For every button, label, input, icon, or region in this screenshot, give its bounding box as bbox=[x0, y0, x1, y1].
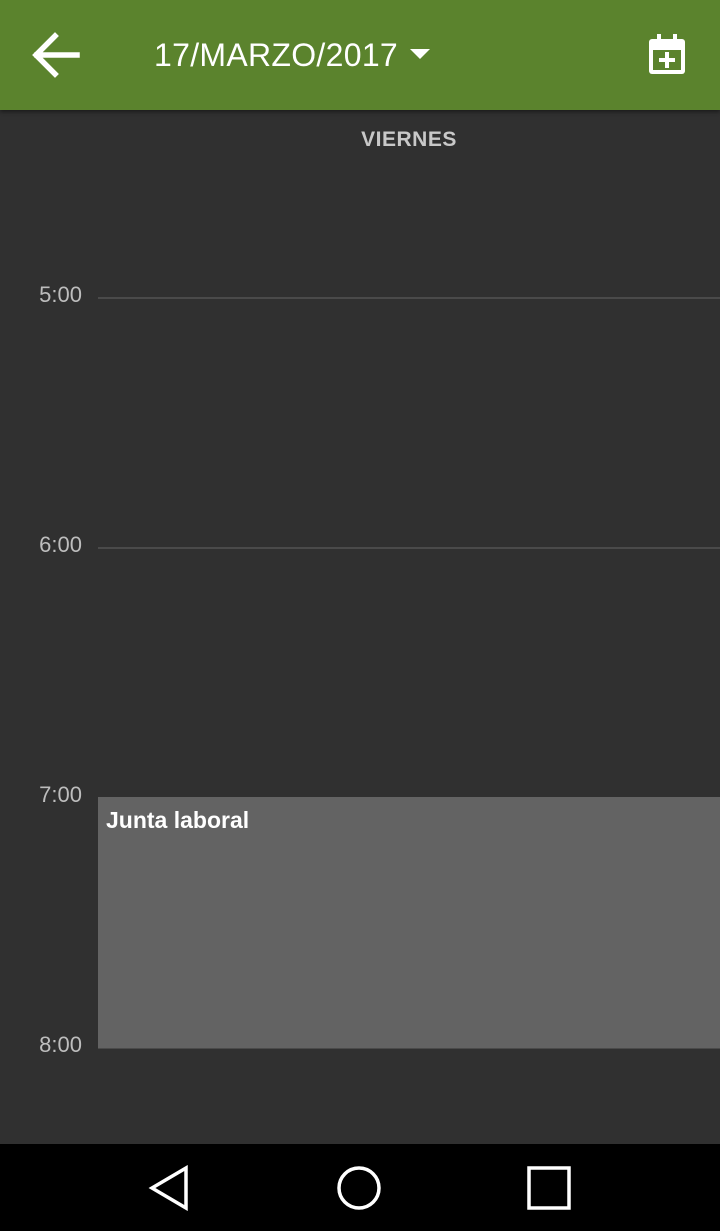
hour-row: 8:00 bbox=[0, 1032, 720, 1077]
nav-recents-button[interactable] bbox=[519, 1158, 579, 1218]
arrow-back-icon bbox=[32, 32, 80, 78]
event-block[interactable]: Junta laboral bbox=[98, 797, 720, 1048]
hour-label: 5:00 bbox=[39, 282, 82, 307]
nav-recents-square-icon bbox=[527, 1166, 571, 1210]
hour-row: 6:00 bbox=[0, 532, 720, 577]
hour-divider bbox=[98, 547, 720, 549]
nav-back-button[interactable] bbox=[140, 1158, 200, 1218]
calendar-day-view: 17/MARZO/2017 VIERNES 5:00 6:00 7:00 8:0… bbox=[0, 0, 720, 1231]
nav-home-circle-icon bbox=[337, 1166, 381, 1210]
hour-divider bbox=[98, 297, 720, 299]
hour-label: 8:00 bbox=[39, 1032, 82, 1057]
nav-home-button[interactable] bbox=[329, 1158, 389, 1218]
add-event-button[interactable] bbox=[634, 22, 700, 88]
date-dropdown[interactable]: 17/MARZO/2017 bbox=[154, 30, 431, 80]
date-label: 17/MARZO/2017 bbox=[154, 36, 399, 73]
hour-row: 5:00 bbox=[0, 282, 720, 327]
dropdown-triangle-icon bbox=[410, 49, 431, 61]
system-navigation-bar bbox=[0, 1144, 720, 1231]
back-button[interactable] bbox=[22, 22, 88, 88]
nav-back-triangle-icon bbox=[148, 1165, 188, 1211]
toolbar: 17/MARZO/2017 bbox=[0, 0, 720, 110]
hour-label: 7:00 bbox=[39, 782, 82, 807]
hour-label: 6:00 bbox=[39, 532, 82, 557]
weekday-header: VIERNES bbox=[361, 128, 457, 151]
calendar-plus-icon bbox=[649, 34, 685, 74]
event-title: Junta laboral bbox=[106, 807, 250, 833]
